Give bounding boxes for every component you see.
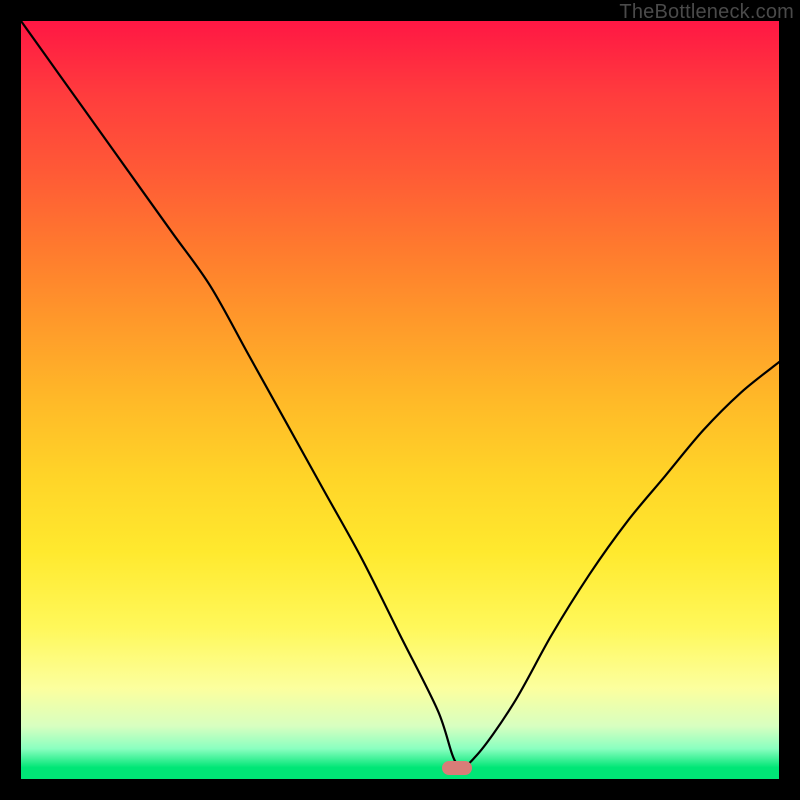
chart-background-gradient	[21, 21, 779, 779]
chart-frame	[21, 21, 779, 779]
watermark-text: TheBottleneck.com	[619, 1, 794, 24]
optimal-point-marker	[442, 761, 472, 775]
